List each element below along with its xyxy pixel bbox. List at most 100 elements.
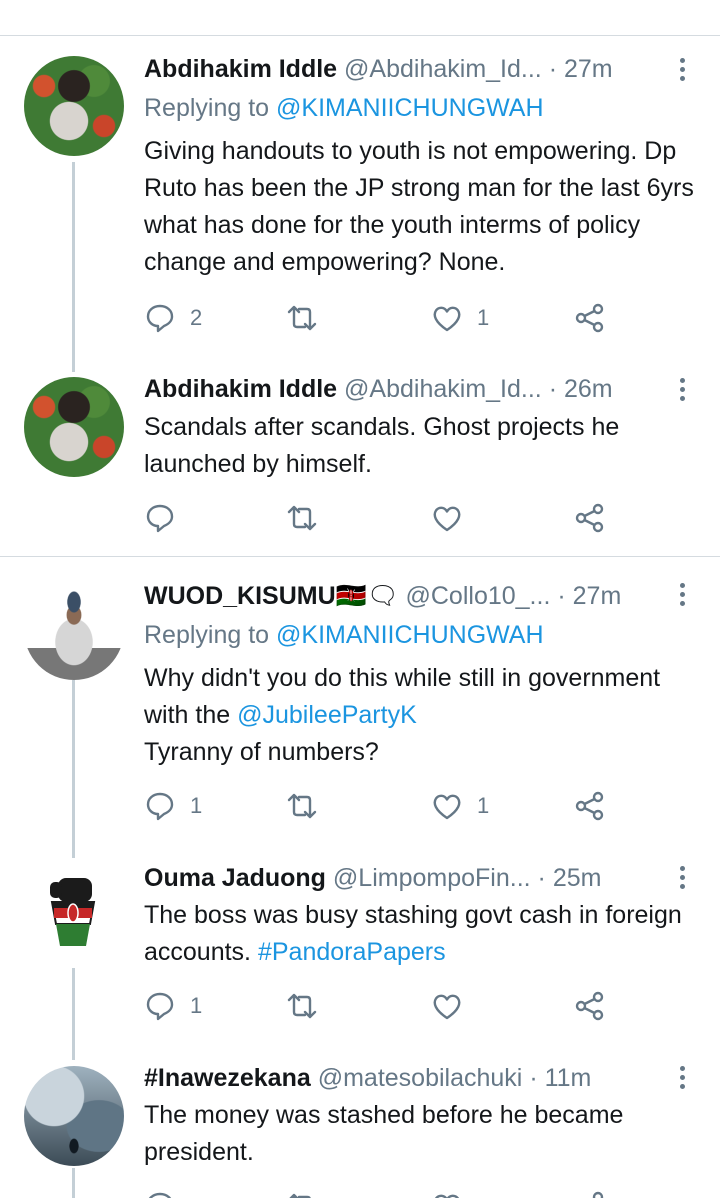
avatar[interactable] bbox=[24, 580, 124, 680]
replying-to-link[interactable]: @KIMANIICHUNGWAH bbox=[276, 621, 544, 649]
tweet-text: Why didn't you do this while still in go… bbox=[144, 660, 704, 771]
thread-line bbox=[72, 680, 75, 858]
replying-to: Replying to @KIMANIICHUNGWAH bbox=[144, 90, 544, 126]
author-handle[interactable]: @Abdihakim_Id... bbox=[344, 375, 542, 403]
tweet-time[interactable]: · 11m bbox=[529, 1064, 591, 1092]
reply-icon bbox=[146, 304, 174, 333]
hashtag-link[interactable]: #PandoraPapers bbox=[258, 938, 446, 966]
like-button[interactable] bbox=[431, 986, 463, 1026]
share-icon bbox=[575, 303, 604, 333]
replying-to-link[interactable]: @KIMANIICHUNGWAH bbox=[276, 94, 544, 122]
like-button[interactable]: 1 bbox=[431, 786, 489, 826]
like-icon bbox=[433, 994, 461, 1020]
avatar[interactable] bbox=[24, 377, 124, 477]
like-count: 1 bbox=[477, 305, 490, 330]
share-button[interactable] bbox=[574, 298, 606, 338]
reply-count: 1 bbox=[190, 993, 203, 1018]
share-icon[interactable] bbox=[580, 0, 604, 4]
retweet-icon[interactable] bbox=[286, 0, 318, 4]
tweet-actions: 2 1 bbox=[144, 298, 614, 338]
reply-button[interactable] bbox=[144, 1186, 176, 1198]
share-icon bbox=[575, 991, 604, 1021]
share-button[interactable] bbox=[574, 498, 606, 538]
author-handle[interactable]: @Abdihakim_Id... bbox=[344, 55, 542, 83]
mention-link[interactable]: @JubileePartyK bbox=[237, 701, 417, 729]
replying-to-label: Replying to bbox=[144, 621, 270, 649]
tweet-header: Ouma Jaduong @LimpompoFin... · 25m bbox=[144, 860, 680, 896]
tweet-time[interactable]: · 27m bbox=[557, 582, 621, 610]
share-icon bbox=[592, 1191, 604, 1198]
more-options-icon[interactable] bbox=[672, 859, 692, 895]
retweet-button[interactable] bbox=[286, 498, 318, 538]
more-options-icon[interactable] bbox=[672, 371, 692, 407]
like-button[interactable] bbox=[431, 498, 463, 538]
reply-count: 2 bbox=[190, 305, 203, 330]
retweet-button[interactable] bbox=[286, 298, 318, 338]
author-name[interactable]: #Inawezekana bbox=[144, 1064, 311, 1092]
like-button[interactable] bbox=[431, 1186, 463, 1198]
retweet-icon bbox=[287, 793, 317, 819]
reply-icon bbox=[146, 992, 174, 1021]
like-button[interactable]: 1 bbox=[431, 298, 489, 338]
tweet-actions: 1 1 bbox=[144, 786, 614, 826]
tweet-text: Scandals after scandals. Ghost projects … bbox=[144, 413, 620, 478]
thread-line bbox=[72, 162, 75, 372]
like-icon bbox=[434, 1194, 460, 1198]
thread-line bbox=[72, 968, 75, 1060]
share-icon bbox=[575, 503, 604, 533]
tweet-actions bbox=[144, 1186, 614, 1198]
more-options-icon[interactable] bbox=[672, 1059, 692, 1095]
tweet-text: Giving handouts to youth is not empoweri… bbox=[144, 137, 694, 276]
retweet-button[interactable] bbox=[286, 1186, 318, 1198]
tweet-time[interactable]: · 27m bbox=[549, 55, 613, 83]
avatar[interactable] bbox=[24, 56, 124, 156]
author-name[interactable]: WUOD_KISUMU bbox=[144, 582, 336, 610]
reply-icon bbox=[146, 504, 174, 533]
replying-to-label: Replying to bbox=[144, 94, 270, 122]
avatar[interactable] bbox=[24, 866, 124, 966]
author-handle[interactable]: @Collo10_... bbox=[406, 582, 551, 610]
reply-button[interactable]: 1 bbox=[144, 786, 202, 826]
author-name[interactable]: Abdihakim Iddle bbox=[144, 55, 337, 83]
divider bbox=[0, 556, 720, 557]
like-count: 1 bbox=[477, 793, 490, 818]
reply-count: 1 bbox=[190, 793, 203, 818]
retweet-icon bbox=[287, 505, 317, 531]
more-options-icon[interactable] bbox=[672, 576, 692, 612]
like-icon bbox=[433, 794, 461, 820]
tweet-actions bbox=[144, 498, 614, 538]
author-name[interactable]: Ouma Jaduong bbox=[144, 864, 326, 892]
like-icon[interactable] bbox=[437, 0, 461, 4]
share-button[interactable] bbox=[574, 786, 606, 826]
author-name[interactable]: Abdihakim Iddle bbox=[144, 375, 337, 403]
like-icon bbox=[433, 506, 461, 532]
reply-icon bbox=[146, 792, 174, 821]
author-handle[interactable]: @LimpompoFin... bbox=[333, 864, 531, 892]
retweet-icon bbox=[289, 1193, 311, 1198]
retweet-button[interactable] bbox=[286, 786, 318, 826]
retweet-icon bbox=[287, 305, 317, 331]
tweet-header: WUOD_KISUMU🇰🇪🗨 @Collo10_... · 27m bbox=[144, 578, 680, 614]
previous-tweet-actions bbox=[144, 0, 614, 10]
tweet-header: #Inawezekana @matesobilachuki · 11m bbox=[144, 1060, 680, 1096]
reply-button[interactable] bbox=[144, 498, 176, 538]
share-button[interactable] bbox=[574, 986, 606, 1026]
tweet-time[interactable]: · 26m bbox=[549, 375, 613, 403]
tweet-text: The boss was busy stashing govt cash in … bbox=[144, 897, 704, 971]
avatar[interactable] bbox=[24, 1066, 124, 1166]
retweet-button[interactable] bbox=[286, 986, 318, 1026]
thread-line bbox=[72, 1168, 75, 1198]
tweet-header: Abdihakim Iddle @Abdihakim_Id... · 27m bbox=[144, 51, 680, 87]
divider bbox=[0, 35, 720, 36]
share-button[interactable] bbox=[574, 1186, 606, 1198]
more-options-icon[interactable] bbox=[672, 51, 692, 87]
like-icon bbox=[433, 306, 461, 332]
author-handle[interactable]: @matesobilachuki bbox=[318, 1064, 523, 1092]
tweet-time[interactable]: · 25m bbox=[538, 864, 602, 892]
reply-button[interactable]: 2 bbox=[144, 298, 202, 338]
raised-fist-flag-icon bbox=[50, 878, 96, 946]
tweet-text: The money was stashed before he became p… bbox=[144, 1101, 624, 1166]
reply-icon bbox=[148, 1192, 172, 1198]
reply-button[interactable]: 1 bbox=[144, 986, 202, 1026]
tweet-text-part: Tyranny of numbers? bbox=[144, 738, 379, 766]
